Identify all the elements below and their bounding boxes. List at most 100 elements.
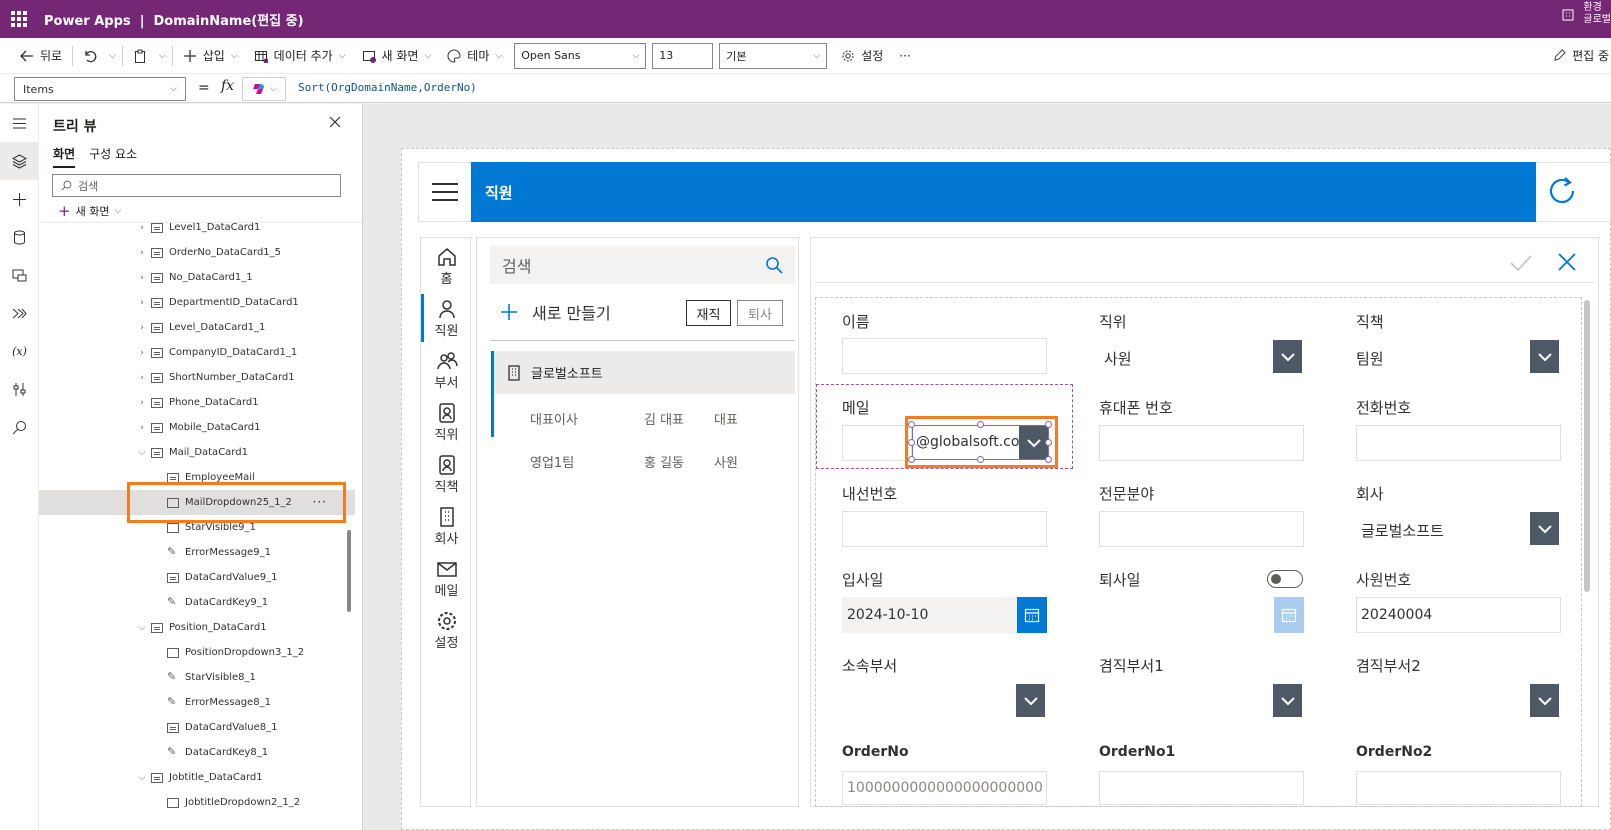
font-size-input[interactable]: 13: [652, 42, 714, 69]
insert-button[interactable]: 삽입 ⌵: [175, 43, 246, 69]
list-item[interactable]: 영업1팀 홍 길동 사원: [530, 452, 738, 474]
company-label: 회사: [1356, 485, 1384, 503]
theme-button[interactable]: 테마 ⌵: [439, 43, 510, 69]
tree-node[interactable]: JobtitleDropdown2_1_2: [39, 790, 355, 815]
add-data-button[interactable]: 데이터 추가 ⌵: [246, 43, 354, 69]
data-panel-button[interactable]: [0, 218, 39, 256]
filter-retired-button[interactable]: 퇴사: [737, 300, 783, 326]
tree-node[interactable]: › Level1_DataCard1: [39, 215, 355, 240]
nav-positions[interactable]: 직위: [421, 402, 472, 443]
tab-components[interactable]: 구성 요소: [89, 145, 137, 168]
nav-companies[interactable]: 회사: [421, 506, 472, 547]
paste-menu-button[interactable]: ⌵: [155, 43, 170, 69]
retire-toggle[interactable]: [1267, 570, 1303, 588]
copilot-button[interactable]: ⌵: [242, 77, 286, 101]
advanced-tools-button[interactable]: [0, 370, 39, 408]
tree-node[interactable]: ⌵ Jobtitle_DataCard1: [39, 765, 355, 790]
tree-scrollbar[interactable]: [347, 530, 351, 612]
tree-node[interactable]: › OrderNo_DataCard1_5: [39, 240, 355, 265]
search-panel-button[interactable]: [0, 408, 39, 446]
tree-node[interactable]: ErrorMessage8_1: [39, 690, 355, 715]
tree-node[interactable]: PositionDropdown3_1_2: [39, 640, 355, 665]
back-button[interactable]: 뒤로: [12, 43, 70, 69]
hamburger-icon[interactable]: [432, 183, 458, 201]
paste-button[interactable]: [125, 43, 155, 69]
tab-screens[interactable]: 화면: [53, 145, 76, 168]
nav-mail[interactable]: 메일: [421, 558, 472, 599]
secondary-dept2-dropdown-button[interactable]: [1530, 684, 1559, 717]
nav-settings[interactable]: 설정: [421, 610, 472, 651]
specialty-input[interactable]: [1099, 511, 1304, 547]
tree-node[interactable]: DataCardValue9_1: [39, 565, 355, 590]
tree-node-label: JobtitleDropdown2_1_2: [185, 797, 301, 808]
mail-input[interactable]: [842, 425, 912, 461]
more-commands-button[interactable]: ···: [891, 43, 918, 69]
refresh-icon[interactable]: [1545, 174, 1579, 208]
tree-node[interactable]: › Level_DataCard1_1: [39, 315, 355, 340]
tree-node[interactable]: DataCardKey9_1: [39, 590, 355, 615]
tree-node[interactable]: › No_DataCard1_1: [39, 265, 355, 290]
environment-picker[interactable]: 환경 글로벌: [1561, 2, 1611, 26]
people-icon: [436, 352, 458, 370]
edit-mode-indicator[interactable]: 편집 중: [1553, 38, 1611, 73]
font-weight-select[interactable]: 기본 ⌵: [719, 42, 828, 69]
extension-label: 내선번호: [842, 485, 898, 503]
secondary-dept1-dropdown-button[interactable]: [1273, 684, 1302, 717]
tree-node[interactable]: › Mobile_DataCard1: [39, 415, 355, 440]
list-item[interactable]: 대표이사 김 대표 대표: [530, 409, 738, 431]
nav-jobtitles[interactable]: 직책: [421, 454, 472, 495]
mobile-input[interactable]: [1099, 425, 1304, 461]
tree-node[interactable]: DataCardValue8_1: [39, 715, 355, 740]
nav-departments[interactable]: 부서: [421, 350, 472, 391]
tree-view-button[interactable]: [0, 142, 39, 180]
close-icon[interactable]: [1557, 252, 1577, 272]
tree-node[interactable]: ⌵ Position_DataCard1: [39, 615, 355, 640]
close-icon[interactable]: [327, 114, 343, 130]
tree-node[interactable]: › Phone_DataCard1: [39, 390, 355, 415]
retire-date-calendar-button[interactable]: [1274, 597, 1304, 633]
employee-number-input[interactable]: 20240004: [1356, 597, 1561, 633]
tree-node[interactable]: ⌵ Mail_DataCard1: [39, 440, 355, 465]
variables-button[interactable]: (x): [0, 332, 39, 370]
settings-button[interactable]: 설정: [833, 43, 891, 69]
insert-panel-button[interactable]: [0, 180, 39, 218]
header-title: 직원: [485, 183, 513, 202]
new-screen-button[interactable]: 새 화면 ⌵: [354, 43, 440, 69]
tree-node[interactable]: › ShortNumber_DataCard1: [39, 365, 355, 390]
app-launcher-icon[interactable]: [11, 11, 27, 27]
new-employee-button[interactable]: 새로 만들기: [500, 300, 611, 324]
menu-button[interactable]: [0, 104, 39, 142]
department-dropdown-button[interactable]: [1016, 684, 1045, 717]
font-select[interactable]: Open Sans ⌵: [514, 42, 647, 69]
tree-node[interactable]: StarVisible8_1: [39, 665, 355, 690]
undo-menu-button[interactable]: ⌵: [105, 43, 120, 69]
tree-node[interactable]: DataCardKey8_1: [39, 740, 355, 765]
tree-node[interactable]: ErrorMessage9_1: [39, 540, 355, 565]
tree-node[interactable]: › CompanyID_DataCard1_1: [39, 340, 355, 365]
nav-home[interactable]: 홈: [421, 246, 472, 287]
property-select[interactable]: Items ⌵: [14, 77, 186, 101]
company-dropdown-button[interactable]: [1530, 512, 1559, 545]
media-panel-button[interactable]: [0, 256, 39, 294]
employee-search-input[interactable]: 검색: [490, 246, 795, 284]
orderno2-input[interactable]: [1356, 771, 1561, 805]
filter-active-button[interactable]: 재직: [686, 300, 731, 326]
check-icon[interactable]: [1510, 254, 1532, 272]
form-scrollbar[interactable]: [1584, 300, 1590, 592]
position-dropdown-button[interactable]: [1273, 340, 1302, 373]
formula-input[interactable]: Sort(OrgDomainName,OrderNo): [298, 81, 477, 94]
name-input[interactable]: [842, 338, 1047, 374]
extension-input[interactable]: [842, 511, 1047, 547]
undo-button[interactable]: [75, 43, 105, 69]
tree-node[interactable]: › DepartmentID_DataCard1: [39, 290, 355, 315]
company-group-header[interactable]: 글로벌소프트: [491, 351, 795, 394]
jobtitle-dropdown-button[interactable]: [1530, 340, 1559, 373]
phone-input[interactable]: [1356, 425, 1561, 461]
hire-date-input[interactable]: 2024-10-10: [842, 597, 1017, 633]
power-automate-button[interactable]: [0, 294, 39, 332]
tree-search-input[interactable]: 검색: [52, 174, 341, 197]
hire-date-calendar-button[interactable]: [1017, 597, 1047, 633]
nav-employees[interactable]: 직원: [421, 294, 472, 342]
orderno1-input[interactable]: [1099, 771, 1304, 805]
orderno-input[interactable]: 1000000000000000000000: [842, 771, 1047, 805]
